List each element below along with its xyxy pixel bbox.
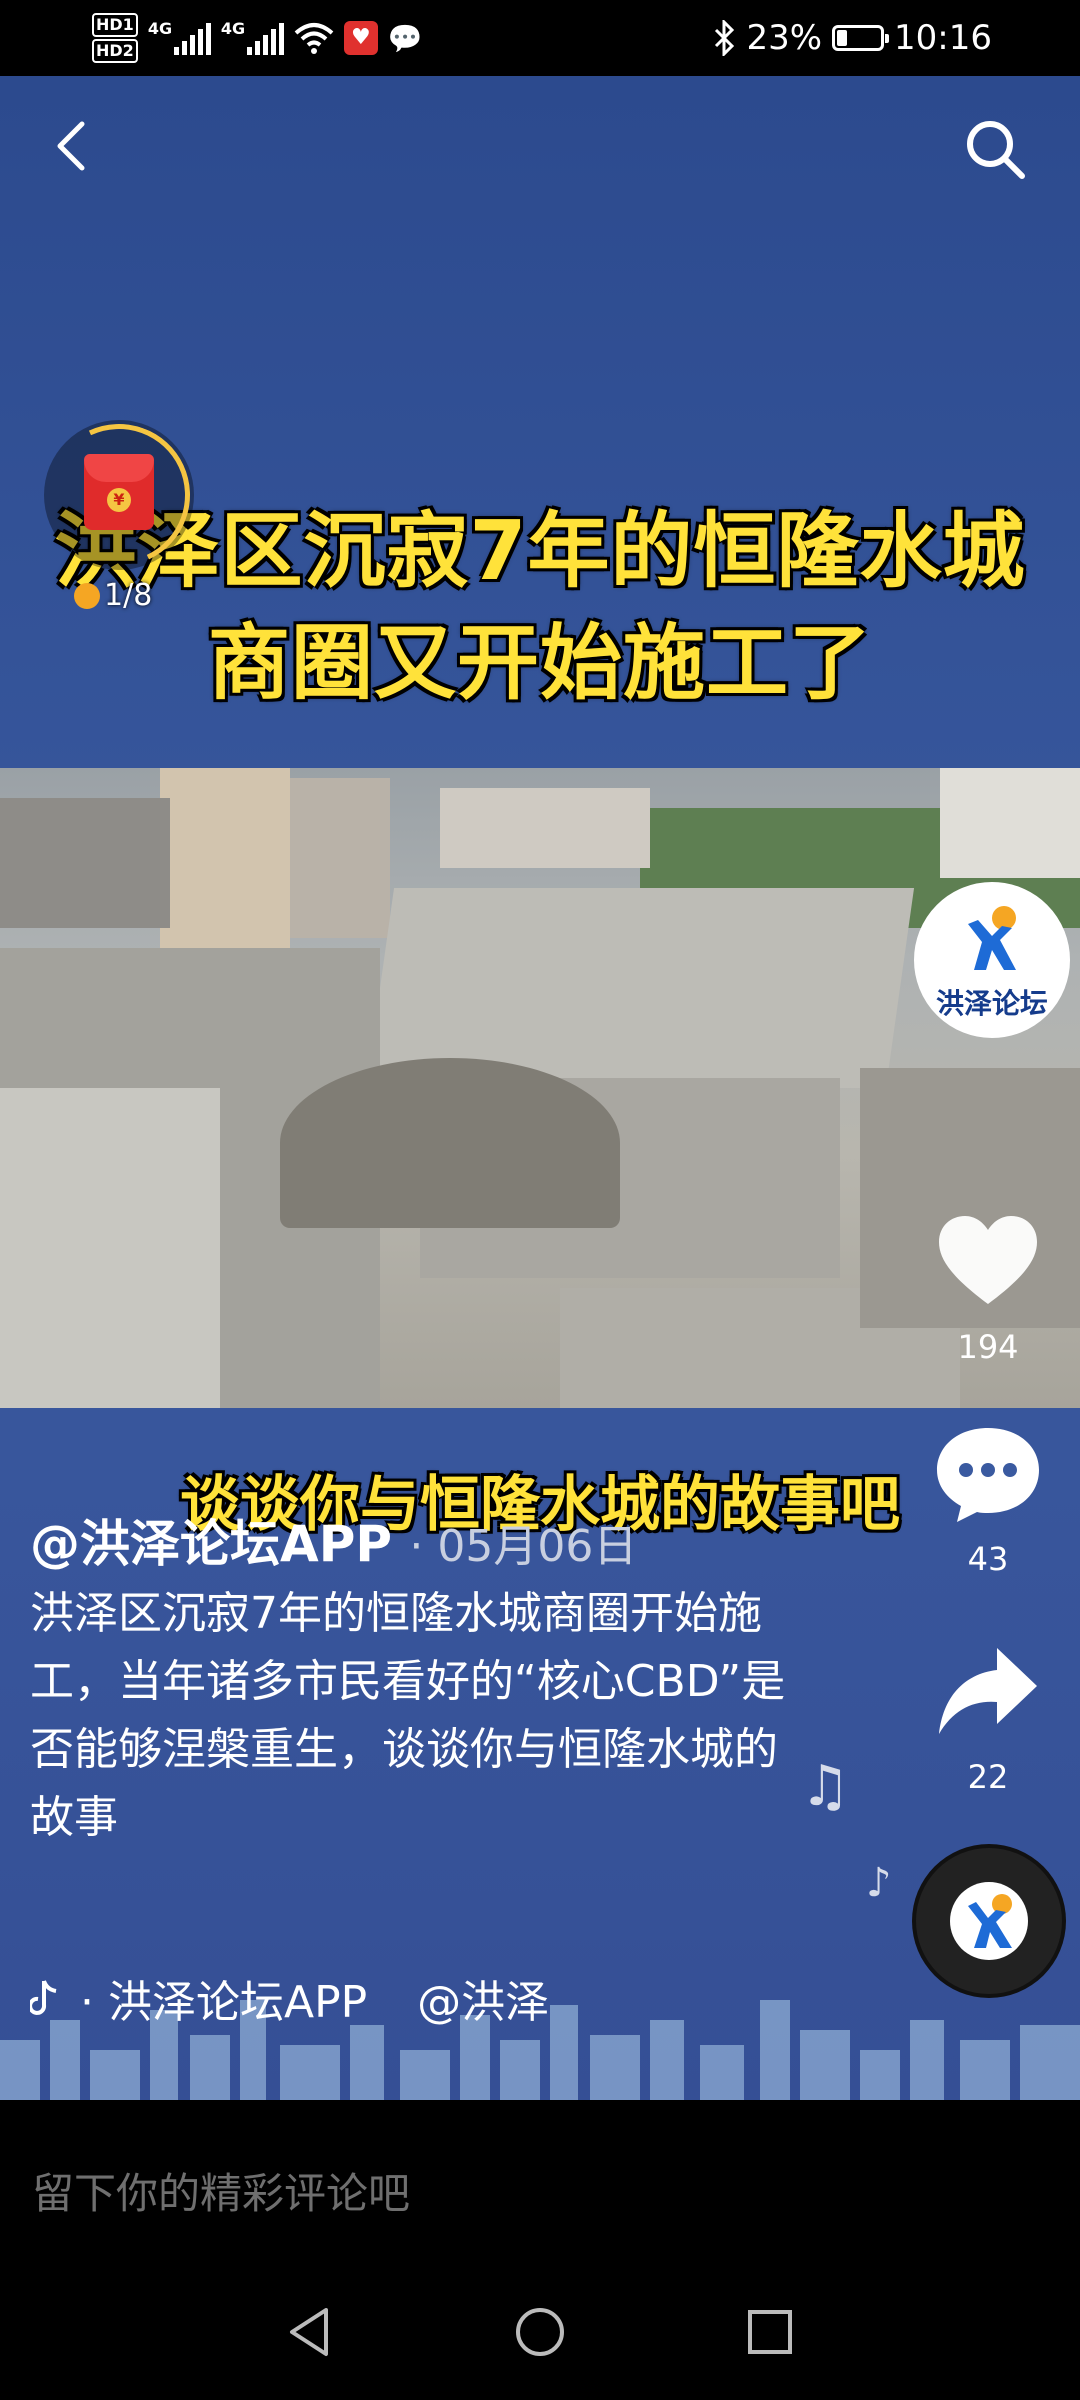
search-icon[interactable] — [960, 114, 1032, 186]
sim-signal-icon: 4G — [148, 19, 211, 55]
sim2-signal-icon: 4G — [221, 19, 284, 55]
wechat-icon: 💬 — [387, 21, 423, 55]
red-packet-icon[interactable]: ¥ — [27, 403, 211, 587]
nav-home-icon[interactable] — [510, 2302, 570, 2362]
music-label[interactable]: · 洪泽论坛APP — [80, 1966, 367, 2030]
post-description: 洪泽区沉寂7年的恒隆水城商圈开始施工，当年诸多市民看好的“核心CBD”是否能够涅… — [30, 1588, 786, 1843]
mention-link[interactable]: @洪泽 — [417, 1966, 549, 2030]
coin-icon — [74, 582, 100, 609]
share-arrow-icon — [939, 1648, 1037, 1734]
hd-voice-indicator: HD1 HD2 — [92, 12, 138, 64]
app-notification-icon: ♥ — [343, 21, 378, 55]
music-attribution[interactable]: · 洪泽论坛APP @洪泽 — [30, 1966, 549, 2030]
red-packet-counter: 1/8 — [74, 578, 152, 613]
share-button[interactable]: 22 — [920, 1638, 1056, 1796]
aerial-construction-photo — [0, 768, 1080, 1408]
comment-count: 43 — [967, 1540, 1009, 1578]
music-note-small-icon: ♪ — [866, 1860, 892, 1906]
like-count: 194 — [957, 1328, 1019, 1366]
tiktok-note-icon — [30, 1980, 57, 2015]
clock: 10:16 — [894, 18, 992, 58]
music-disc-logo-icon — [968, 1894, 1012, 1948]
post-date: · 05月06日 — [409, 1521, 638, 1572]
battery-icon — [832, 25, 890, 51]
back-arrow-icon[interactable] — [44, 116, 104, 176]
music-disc[interactable] — [916, 1848, 1062, 1994]
post-author[interactable]: @洪泽论坛APP · 05月06日 — [30, 1504, 637, 1576]
music-note-icon: ♫ — [800, 1754, 851, 1819]
comment-bubble-icon — [937, 1428, 1039, 1522]
battery-percent: 23% — [746, 18, 823, 58]
like-button[interactable]: 194 — [920, 1208, 1056, 1366]
status-bar: HD1 HD2 4G 4G ♥ 💬 23% 10:16 — [0, 0, 1080, 76]
comment-button[interactable]: 43 — [920, 1420, 1056, 1578]
nav-recents-icon[interactable] — [740, 2302, 800, 2362]
author-avatar[interactable]: 洪泽论坛 — [914, 882, 1070, 1038]
comment-input[interactable]: 留下你的精彩评论吧 — [32, 2160, 410, 2221]
nav-back-icon[interactable] — [280, 2302, 340, 2362]
bluetooth-icon — [715, 20, 735, 56]
heart-icon — [939, 1216, 1037, 1304]
wifi-icon — [294, 23, 334, 54]
headline-line-2: 商圈又开始施工了 — [207, 616, 872, 711]
avatar-label: 洪泽论坛 — [935, 987, 1048, 1020]
share-count: 22 — [967, 1758, 1009, 1796]
forum-logo-icon — [968, 906, 1016, 970]
author-name[interactable]: @洪泽论坛APP — [30, 1515, 392, 1573]
